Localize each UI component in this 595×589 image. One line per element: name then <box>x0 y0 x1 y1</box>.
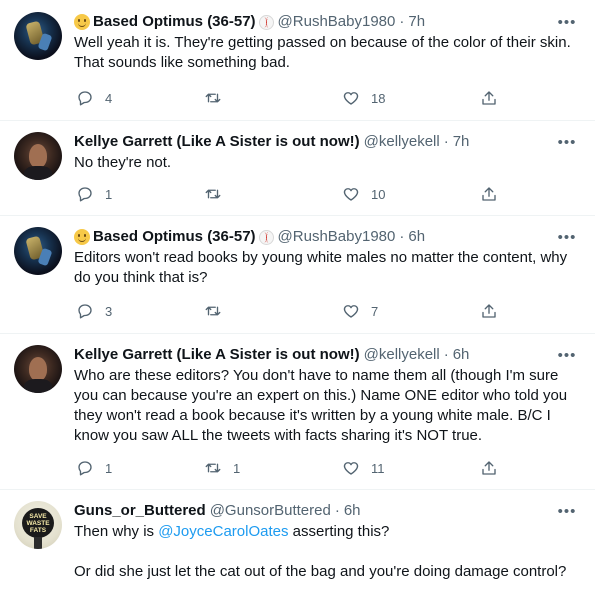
like-button[interactable]: 10 <box>342 184 385 204</box>
author-name[interactable]: Guns_or_Buttered <box>74 501 206 521</box>
share-icon <box>482 187 496 201</box>
tweet-header: Kellye Garrett (Like A Sister is out now… <box>74 345 579 365</box>
tweet-actions: 3 7 <box>74 301 504 321</box>
avatar[interactable] <box>14 345 62 393</box>
separator-dot: · <box>399 228 405 245</box>
divider <box>0 120 595 121</box>
share-button[interactable] <box>480 458 498 478</box>
avatar-badge-text: SAVE WASTE FATS <box>22 508 54 538</box>
reply-count: 4 <box>105 90 113 106</box>
share-button[interactable] <box>480 301 498 321</box>
tweet-text: Well yeah it is. They're getting passed … <box>74 34 575 71</box>
retweet-icon <box>205 189 221 199</box>
author-handle[interactable]: @kellyekell <box>364 132 440 152</box>
divider <box>0 333 595 334</box>
more-options-icon[interactable]: ••• <box>557 132 577 152</box>
reply-button[interactable]: 3 <box>76 301 112 321</box>
tweet-text-part: Then why is <box>74 523 159 540</box>
share-icon <box>482 91 496 105</box>
tweet-header: Based Optimus (36-57) @RushBaby1980 · 6h <box>74 227 579 247</box>
author-handle[interactable]: @kellyekell <box>364 345 440 365</box>
avatar[interactable] <box>14 12 62 60</box>
separator-dot: · <box>443 346 449 363</box>
like-icon <box>343 305 359 318</box>
retweet-icon <box>205 463 221 473</box>
like-count: 18 <box>371 90 386 106</box>
reply-icon <box>78 304 92 319</box>
share-icon <box>482 304 496 318</box>
separator-dot: · <box>399 13 405 30</box>
reply-button[interactable]: 1 <box>76 458 112 478</box>
tweet-actions: 4 18 <box>74 88 504 108</box>
retweet-count: 1 <box>233 460 241 476</box>
tweet-actions: 1 1 11 <box>74 458 504 478</box>
like-button[interactable]: 7 <box>342 301 378 321</box>
retweet-button[interactable]: 1 <box>204 458 240 478</box>
reply-button[interactable]: 1 <box>76 184 112 204</box>
like-icon <box>343 462 359 475</box>
reply-icon <box>78 187 92 202</box>
tweet-actions: 1 10 <box>74 184 504 204</box>
author-name[interactable]: Based Optimus (36-57) <box>93 227 256 247</box>
like-icon <box>343 92 359 105</box>
like-count: 11 <box>371 460 385 476</box>
timestamp[interactable]: 6h <box>344 501 361 521</box>
like-icon <box>343 188 359 201</box>
reply-icon <box>78 91 92 106</box>
baseball-emoji-icon <box>258 229 274 245</box>
timestamp[interactable]: 6h <box>453 345 470 365</box>
like-button[interactable]: 11 <box>342 458 385 478</box>
retweet-button[interactable] <box>204 184 233 204</box>
divider <box>0 489 595 490</box>
author-name[interactable]: Kellye Garrett (Like A Sister is out now… <box>74 132 360 152</box>
more-options-icon[interactable]: ••• <box>557 12 577 32</box>
like-count: 7 <box>371 303 379 319</box>
author-handle[interactable]: @RushBaby1980 <box>278 227 396 247</box>
retweet-button[interactable] <box>204 301 233 321</box>
separator-dot: · <box>443 133 449 150</box>
author-name[interactable]: Kellye Garrett (Like A Sister is out now… <box>74 345 360 365</box>
more-options-icon[interactable]: ••• <box>557 501 577 521</box>
like-button[interactable]: 18 <box>342 88 385 108</box>
tweet-text: Then why is @JoyceCarolOates asserting t… <box>74 522 579 582</box>
author-handle[interactable]: @GunsorButtered <box>210 501 331 521</box>
tweet-header: Guns_or_Buttered @GunsorButtered · 6h <box>74 501 579 521</box>
author-handle[interactable]: @RushBaby1980 <box>278 12 396 32</box>
tweet-header: Kellye Garrett (Like A Sister is out now… <box>74 132 579 152</box>
timestamp[interactable]: 7h <box>408 12 425 32</box>
share-button[interactable] <box>480 184 498 204</box>
smiley-emoji-icon <box>74 229 90 245</box>
timestamp[interactable]: 6h <box>408 227 425 247</box>
timestamp[interactable]: 7h <box>453 132 470 152</box>
smiley-emoji-icon <box>74 14 90 30</box>
reply-icon <box>78 461 92 476</box>
avatar[interactable]: SAVE WASTE FATS <box>14 501 62 549</box>
retweet-icon <box>205 306 221 316</box>
share-button[interactable] <box>480 88 498 108</box>
divider <box>0 215 595 216</box>
more-options-icon[interactable]: ••• <box>557 227 577 247</box>
more-options-icon[interactable]: ••• <box>557 345 577 365</box>
tweet-text: Who are these editors? You don't have to… <box>74 367 572 444</box>
separator-dot: · <box>334 502 340 519</box>
retweet-icon <box>205 93 221 103</box>
reply-count: 3 <box>105 303 113 319</box>
avatar[interactable] <box>14 132 62 180</box>
tweet-text: No they're not. <box>74 154 172 171</box>
author-name[interactable]: Based Optimus (36-57) <box>93 12 256 32</box>
reply-button[interactable]: 4 <box>76 88 112 108</box>
reply-count: 1 <box>105 186 113 202</box>
mention-link[interactable]: @JoyceCarolOates <box>158 523 288 540</box>
like-count: 10 <box>371 186 386 202</box>
avatar[interactable] <box>14 227 62 275</box>
share-icon <box>482 461 496 475</box>
retweet-button[interactable] <box>204 88 233 108</box>
tweet-text: Editors won't read books by young white … <box>74 249 572 286</box>
reply-count: 1 <box>105 460 113 476</box>
tweet-header: Based Optimus (36-57) @RushBaby1980 · 7h <box>74 12 579 32</box>
baseball-emoji-icon <box>258 14 274 30</box>
